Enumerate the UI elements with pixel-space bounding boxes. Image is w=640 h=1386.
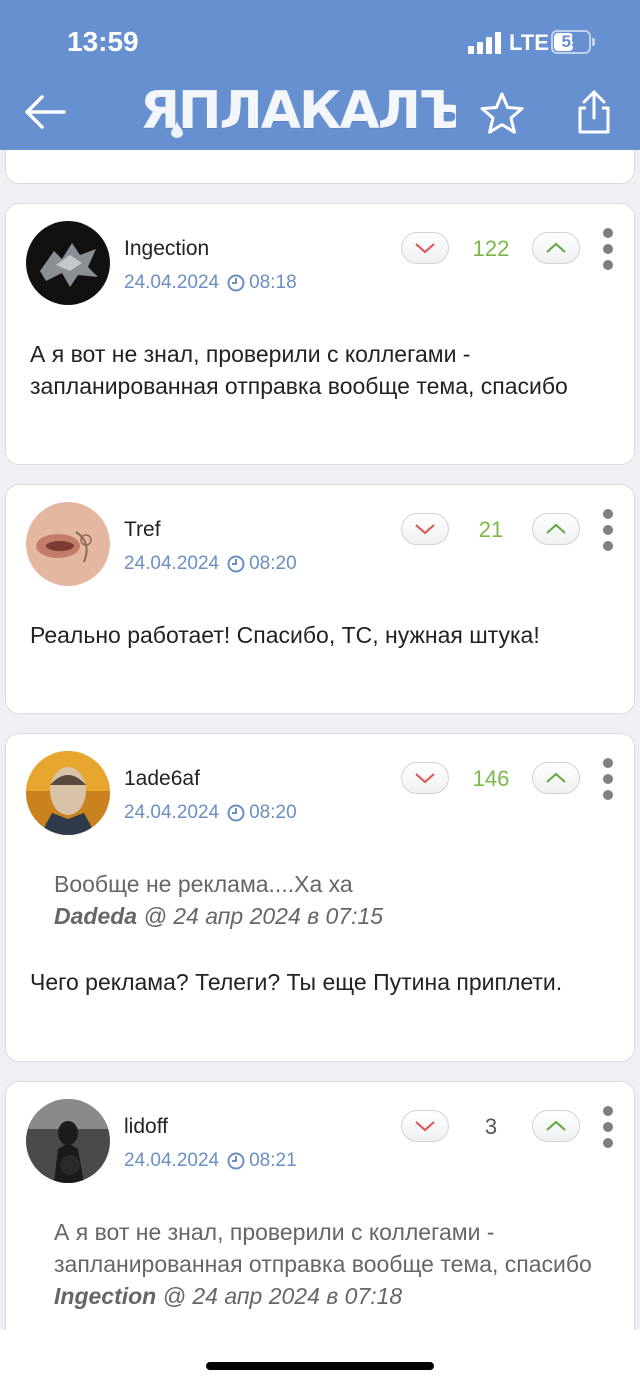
vote-down-button[interactable] <box>401 232 449 264</box>
battery-nub <box>592 38 595 46</box>
post-time: 08:18 <box>249 272 297 293</box>
site-logo[interactable]: ЯПЛАКАЛЪ <box>140 80 456 142</box>
post-time: 08:21 <box>249 1150 297 1171</box>
battery-percent: 55 <box>561 32 581 51</box>
status-time: 13:59 <box>67 26 139 57</box>
favorite-button[interactable] <box>478 90 526 138</box>
vote-up-button[interactable] <box>532 513 580 545</box>
avatar[interactable] <box>26 751 110 835</box>
share-icon <box>578 90 610 134</box>
post-time: 08:20 <box>249 553 297 574</box>
chevron-up-icon <box>546 523 566 534</box>
quoted-comment: А я вот не знал, проверили с коллегами -… <box>54 1216 614 1312</box>
post-meta: 24.04.2024 08:18 <box>124 272 297 294</box>
clock-icon <box>227 274 245 292</box>
avatar[interactable] <box>26 502 110 586</box>
rating-score: 21 <box>478 517 504 542</box>
comment-text: Чего реклама? Телеги? Ты еще Путина прип… <box>30 969 563 995</box>
comment-card: 1ade6af 24.04.2024 08:20 146 Вообще не р… <box>5 733 635 1062</box>
star-icon <box>480 92 524 134</box>
post-meta: 24.04.2024 08:20 <box>124 802 297 824</box>
tear-drop-icon <box>171 120 183 138</box>
quote-meta: @ 24 апр 2024 в 07:18 <box>156 1283 403 1309</box>
post-date: 24.04.2024 <box>124 802 220 823</box>
back-button[interactable] <box>22 92 68 132</box>
rating-score: 146 <box>472 766 510 791</box>
signal-icon <box>468 32 502 54</box>
more-options-button[interactable] <box>598 1106 618 1148</box>
chevron-up-icon <box>546 772 566 783</box>
share-button[interactable] <box>572 88 616 136</box>
vote-up-button[interactable] <box>532 232 580 264</box>
more-options-button[interactable] <box>598 509 618 551</box>
rating-score: 3 <box>484 1114 498 1139</box>
rating-score: 122 <box>472 236 510 261</box>
bottom-safe-area <box>0 1330 640 1386</box>
quote-text: А я вот не знал, проверили с коллегами -… <box>54 1219 592 1277</box>
quote-text: Вообще не реклама....Ха ха <box>54 871 353 897</box>
username[interactable]: Ingection <box>124 237 209 261</box>
quoted-comment: Вообще не реклама....Ха ха Dadeda @ 24 а… <box>54 868 614 932</box>
comment-card: Tref 24.04.2024 08:20 21 Реально работае… <box>5 484 635 714</box>
battery-icon: 55 <box>551 30 591 54</box>
chevron-down-icon <box>415 524 435 535</box>
quote-attribution: Ingection @ 24 апр 2024 в 07:18 <box>54 1280 614 1312</box>
more-options-button[interactable] <box>598 758 618 800</box>
chevron-down-icon <box>415 773 435 784</box>
quote-author[interactable]: Ingection <box>54 1283 156 1309</box>
vote-down-button[interactable] <box>401 762 449 794</box>
quote-meta: @ 24 апр 2024 в 07:15 <box>137 903 384 929</box>
avatar[interactable] <box>26 221 110 305</box>
quote-attribution: Dadeda @ 24 апр 2024 в 07:15 <box>54 900 614 932</box>
clock-icon <box>227 1152 245 1170</box>
avatar[interactable] <box>26 1099 110 1183</box>
post-date: 24.04.2024 <box>124 553 220 574</box>
chevron-up-icon <box>546 242 566 253</box>
post-meta: 24.04.2024 08:21 <box>124 1150 297 1172</box>
username[interactable]: lidoff <box>124 1115 168 1139</box>
network-type: LTE <box>509 30 549 55</box>
clock-icon <box>227 555 245 573</box>
comment-text: Реально работает! Спасибо, ТС, нужная шт… <box>30 622 540 648</box>
quote-author[interactable]: Dadeda <box>54 903 137 929</box>
username[interactable]: Tref <box>124 518 161 542</box>
post-meta: 24.04.2024 08:20 <box>124 553 297 575</box>
post-date: 24.04.2024 <box>124 272 220 293</box>
vote-down-button[interactable] <box>401 513 449 545</box>
chevron-up-icon <box>546 1120 566 1131</box>
chevron-down-icon <box>415 1121 435 1132</box>
vote-down-button[interactable] <box>401 1110 449 1142</box>
vote-up-button[interactable] <box>532 762 580 794</box>
home-indicator[interactable] <box>206 1362 434 1370</box>
app-header: 13:59 LTE 55 ЯПЛАКАЛЪ <box>0 0 640 150</box>
vote-up-button[interactable] <box>532 1110 580 1142</box>
arrow-left-icon <box>25 95 66 129</box>
more-options-button[interactable] <box>598 228 618 270</box>
post-time: 08:20 <box>249 802 297 823</box>
comment-card: Ingection 24.04.2024 08:18 122 А я вот н… <box>5 203 635 465</box>
clock-icon <box>227 804 245 822</box>
comment-text: А я вот не знал, проверили с коллегами -… <box>30 341 568 399</box>
username[interactable]: 1ade6af <box>124 767 200 791</box>
post-date: 24.04.2024 <box>124 1150 220 1171</box>
chevron-down-icon <box>415 243 435 254</box>
